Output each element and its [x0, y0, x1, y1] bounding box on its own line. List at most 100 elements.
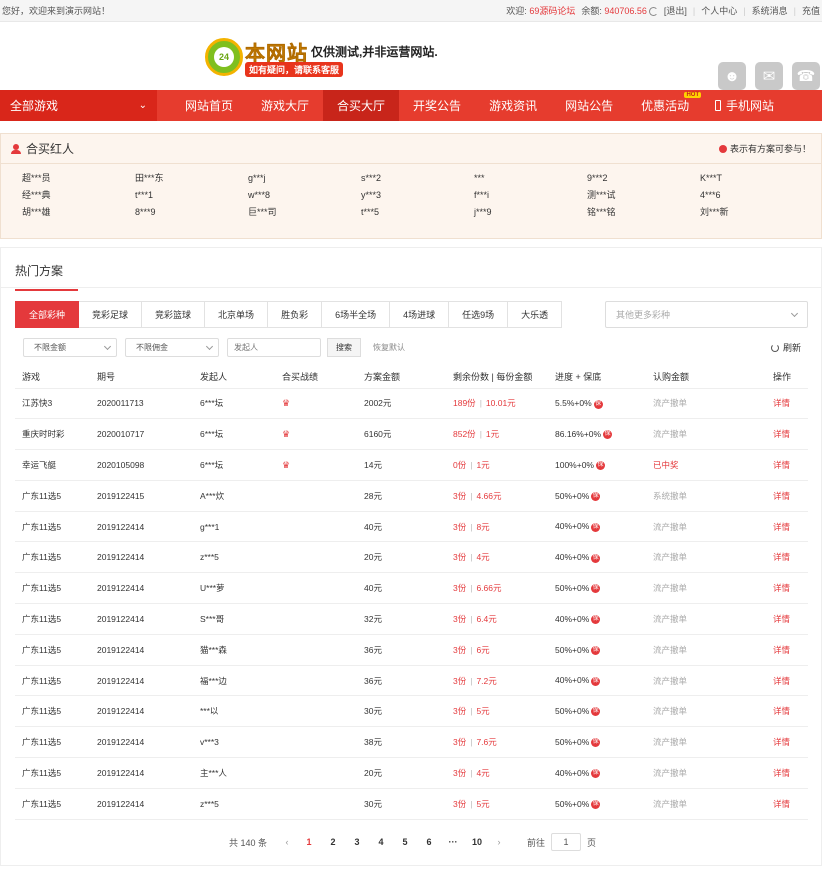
refresh-button[interactable]: 刷新 [770, 341, 801, 354]
detail-link[interactable]: 详情 [773, 676, 790, 686]
expert-name[interactable]: 测***试 [587, 188, 700, 202]
detail-link[interactable]: 详情 [773, 737, 790, 747]
filter-tab[interactable]: 北京单场 [205, 301, 269, 328]
detail-link[interactable]: 详情 [773, 799, 790, 809]
issue-cell: 2019122414 [90, 757, 193, 789]
nav-item-site-notice[interactable]: 网站公告 [551, 90, 627, 121]
expert-name[interactable]: w***8 [248, 188, 361, 202]
expert-name[interactable]: 4***6 [700, 188, 813, 202]
page-number[interactable]: ··· [441, 837, 465, 847]
recharge-link[interactable]: 充值 [802, 4, 820, 17]
expert-name[interactable]: 超***员 [22, 171, 135, 185]
filter-tab[interactable]: 任选9场 [449, 301, 509, 328]
expert-name[interactable]: f***i [474, 188, 587, 202]
more-lottery-select[interactable]: 其他更多彩种 [605, 301, 808, 328]
search-button[interactable]: 搜索 [327, 338, 361, 357]
detail-link[interactable]: 详情 [773, 583, 790, 593]
detail-link[interactable]: 详情 [773, 552, 790, 562]
prev-page-icon[interactable]: ‹ [277, 837, 297, 847]
commission-select[interactable]: 不限佣金 [125, 338, 219, 357]
issue-cell: 2019122415 [90, 480, 193, 512]
expert-name[interactable]: t***1 [135, 188, 248, 202]
nav-item-home[interactable]: 网站首页 [171, 90, 247, 121]
game-cell: 广东11选5 [15, 634, 90, 666]
system-messages-link[interactable]: 系统消息 [752, 4, 788, 17]
nav-item-game-news[interactable]: 游戏资讯 [475, 90, 551, 121]
filter-tab[interactable]: 竞彩足球 [79, 301, 143, 328]
filter-tab[interactable]: 6场半全场 [322, 301, 391, 328]
detail-link[interactable]: 详情 [773, 429, 790, 439]
detail-link[interactable]: 详情 [773, 491, 790, 501]
detail-link[interactable]: 详情 [773, 398, 790, 408]
expert-name[interactable]: g***j [248, 171, 361, 185]
page-number[interactable]: 10 [465, 837, 489, 847]
table-header: 游戏 期号 发起人 合买战绩 方案金额 剩余份数 | 每份金额 进度 + 保底 认购金额 操作 [15, 366, 808, 389]
nav-item-draw-notice[interactable]: 开奖公告 [399, 90, 475, 121]
amount-select[interactable]: 不限金额 [23, 338, 117, 357]
filter-tab[interactable]: 大乐透 [508, 301, 563, 328]
mobile-site-link[interactable]: 手机网站 [714, 90, 774, 121]
next-page-icon[interactable]: › [489, 837, 509, 847]
expert-name[interactable]: y***3 [361, 188, 474, 202]
nav-item-group-buy[interactable]: 合买大厅 [323, 90, 400, 121]
guarantee-icon: 保 [591, 491, 601, 501]
detail-link[interactable]: 详情 [773, 706, 790, 716]
wechat-icon[interactable]: ✉ [755, 62, 783, 90]
detail-link[interactable]: 详情 [773, 522, 790, 532]
expert-name[interactable]: s***2 [361, 171, 474, 185]
refresh-balance-icon[interactable] [648, 7, 658, 17]
record-cell: ♛ [275, 449, 357, 481]
initiator-input[interactable] [227, 338, 321, 357]
page-number[interactable]: 5 [393, 837, 417, 847]
nav-item-game-hall[interactable]: 游戏大厅 [247, 90, 323, 121]
detail-link[interactable]: 详情 [773, 460, 790, 470]
expert-name[interactable]: 刘***新 [700, 205, 813, 219]
site-logo[interactable]: 24 本网站 仅供测试,并非运营网站. 如有疑问，请联系客服 [205, 35, 445, 79]
trophy-icon: ♛ [282, 459, 291, 470]
page-number[interactable]: 6 [417, 837, 441, 847]
expert-name[interactable]: 9***2 [587, 171, 700, 185]
expert-name[interactable]: 8***9 [135, 205, 248, 219]
detail-link[interactable]: 详情 [773, 768, 790, 778]
progress-cell: 50%+0% 保 [548, 726, 646, 759]
progress-cell: 40%+0% 保 [548, 603, 646, 635]
column-header: 认购金额 [646, 366, 766, 389]
expert-name[interactable]: 巨***司 [248, 205, 361, 219]
expert-name[interactable]: 铭***铭 [587, 205, 700, 219]
page-number[interactable]: 1 [297, 837, 321, 847]
detail-link[interactable]: 详情 [773, 645, 790, 655]
logout-link[interactable]: [退出] [664, 4, 687, 17]
page-number[interactable]: 3 [345, 837, 369, 847]
table-row: 广东11选5 2019122414 z***5 30元 3份 | 5元 50%+0% 保流产撤单… [15, 788, 808, 820]
expert-name[interactable]: j***9 [474, 205, 587, 219]
record-cell [275, 634, 357, 666]
qq-icon[interactable]: ☻ [718, 62, 746, 90]
personal-center-link[interactable]: 个人中心 [701, 4, 737, 17]
progress-cell: 50%+0% 保 [548, 634, 646, 666]
filter-tab[interactable]: 胜负彩 [268, 301, 323, 328]
expert-name[interactable]: 胡***雄 [22, 205, 135, 219]
page-number[interactable]: 2 [321, 837, 345, 847]
shares-cell: 3份 | 6元 [446, 634, 548, 666]
all-games-dropdown[interactable]: 全部游戏 ⌄ [0, 90, 157, 121]
table-row: 重庆时时彩 2020010717 6***坛 ♛ 6160元 852份 | 1元 86.16%+… [15, 418, 808, 451]
expert-name[interactable]: K***T [700, 171, 813, 185]
welcome-text: 您好，欢迎来到演示网站！ [2, 6, 111, 16]
expert-name[interactable]: 田***东 [135, 171, 248, 185]
nav-item-promotions[interactable]: 优惠活动 HOT [627, 90, 703, 121]
filter-tab[interactable]: 4场进球 [390, 301, 450, 328]
filter-tab[interactable]: 竞彩篮球 [142, 301, 206, 328]
expert-name[interactable]: 经***典 [22, 188, 135, 202]
shares-cell: 189份 | 10.01元 [446, 388, 548, 420]
page-number[interactable]: 4 [369, 837, 393, 847]
username[interactable]: 69源码论坛 [529, 6, 575, 16]
status-cell: 流产撤单 [646, 603, 766, 635]
game-cell: 幸运飞艇 [15, 449, 90, 481]
expert-name[interactable]: t***5 [361, 205, 474, 219]
reset-button[interactable]: 恢复默认 [373, 342, 405, 353]
expert-name[interactable]: *** [474, 171, 587, 185]
phone-icon[interactable]: ☎ [792, 62, 820, 90]
filter-tab[interactable]: 全部彩种 [15, 301, 80, 328]
detail-link[interactable]: 详情 [773, 614, 790, 624]
goto-page-input[interactable]: 1 [551, 833, 582, 851]
